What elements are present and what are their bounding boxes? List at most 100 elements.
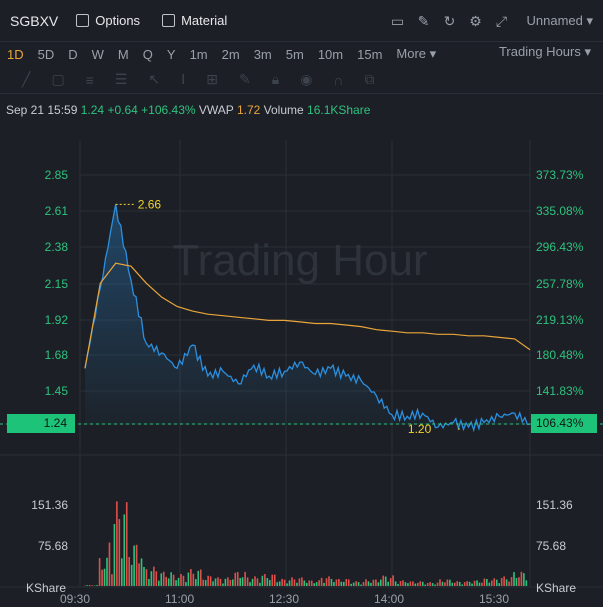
volume-bar: [491, 580, 493, 586]
volume-bar: [236, 572, 239, 586]
intraday-chart[interactable]: Trading Hour 2.66 1.20: [0, 0, 603, 607]
volume-bar: [98, 558, 101, 586]
volume-bar: [426, 583, 429, 586]
volume-bar: [239, 577, 241, 586]
volume-bar: [498, 583, 500, 586]
volume-bar: [128, 557, 130, 586]
volume-bar: [286, 583, 288, 586]
volume-bar: [153, 566, 155, 586]
volume-bar: [372, 579, 375, 586]
pct-tick-label: 219.13%: [536, 313, 584, 327]
volume-bar: [444, 582, 446, 586]
pct-tick-label: 373.73%: [536, 168, 584, 182]
price-tick-label: 2.61: [44, 204, 68, 218]
volume-bar: [328, 576, 330, 586]
volume-bar: [310, 580, 313, 586]
volume-bar: [343, 581, 345, 586]
volume-bar: [197, 570, 200, 586]
volume-bar: [384, 576, 387, 586]
volume-bar: [520, 571, 523, 586]
volume-bar: [271, 574, 274, 586]
volume-bar: [454, 582, 456, 586]
volume-bar: [320, 577, 323, 586]
volume-bar: [207, 575, 209, 586]
volume-bar: [389, 578, 392, 586]
volume-tick-label: 151.36: [536, 498, 573, 512]
high-label: 2.66: [138, 197, 162, 211]
volume-bar: [476, 580, 478, 586]
volume-bar: [283, 579, 286, 586]
volume-bar: [424, 584, 426, 586]
pct-tick-label: 141.83%: [536, 384, 584, 398]
volume-bar: [495, 579, 498, 586]
volume-bar: [244, 571, 246, 586]
volume-bar: [399, 581, 402, 586]
volume-bar: [155, 571, 158, 586]
volume-bar: [187, 572, 190, 586]
volume-bar: [165, 576, 167, 586]
volume-bar: [227, 577, 229, 586]
low-label: 1.20: [408, 422, 432, 436]
volume-bar: [466, 581, 468, 586]
volume-bar: [315, 582, 318, 586]
price-tick-label: 1.68: [44, 348, 68, 362]
volume-bar: [175, 580, 177, 586]
volume-bar: [192, 573, 195, 586]
volume-bar: [370, 582, 372, 586]
volume-bar: [130, 564, 133, 586]
volume-bar: [306, 582, 308, 586]
volume-bar: [439, 579, 441, 586]
volume-bar: [503, 576, 505, 586]
volume-bar: [101, 569, 103, 586]
volume-bar: [116, 501, 118, 586]
volume-bar: [224, 578, 227, 586]
volume-bar: [229, 579, 232, 586]
volume-bar: [281, 578, 283, 586]
time-tick-label: 12:30: [269, 592, 300, 606]
volume-bar: [182, 575, 185, 586]
volume-bar: [170, 572, 172, 586]
volume-bar: [303, 580, 306, 586]
volume-bar: [204, 580, 207, 586]
volume-bar: [273, 574, 276, 586]
volume-bar: [407, 583, 409, 586]
volume-bar: [133, 545, 135, 586]
price-tick-label: 1.45: [44, 384, 68, 398]
volume-bar: [276, 582, 278, 586]
time-tick-label: 11:00: [165, 592, 195, 606]
volume-bar: [217, 577, 219, 586]
volume-bar: [412, 581, 414, 586]
volume-bar: [417, 582, 419, 586]
volume-bar: [429, 582, 431, 586]
volume-bar: [458, 581, 461, 586]
volume-bar: [160, 573, 163, 586]
volume-bar: [525, 580, 528, 586]
volume-bar: [103, 568, 106, 586]
current-pct-badge: 106.43%: [531, 414, 597, 433]
volume-bar: [446, 579, 449, 586]
volume-bar: [451, 582, 454, 586]
volume-bar: [345, 579, 348, 586]
time-tick-label: 14:00: [374, 592, 405, 606]
volume-bar: [278, 581, 281, 586]
volume-bar: [377, 582, 380, 586]
price-tick-label: 2.85: [44, 168, 68, 182]
time-tick-label: 15:30: [479, 592, 510, 606]
pct-tick-label: 335.08%: [536, 204, 584, 218]
volume-bar: [402, 580, 404, 586]
volume-bar: [234, 572, 237, 586]
volume-bar: [150, 571, 153, 586]
volume-bar: [365, 579, 367, 586]
volume-bar: [222, 583, 224, 586]
volume-bar: [123, 514, 126, 586]
volume-bar: [508, 581, 510, 586]
volume-bar: [125, 502, 128, 586]
volume-bar: [172, 574, 175, 586]
volume-bar: [301, 577, 303, 586]
volume-bar: [478, 582, 481, 586]
price-tick-label: 1.92: [44, 313, 68, 327]
volume-bar: [256, 578, 259, 586]
volume-bar: [264, 574, 266, 586]
volume-bar: [158, 580, 160, 586]
volume-bar: [414, 583, 417, 586]
